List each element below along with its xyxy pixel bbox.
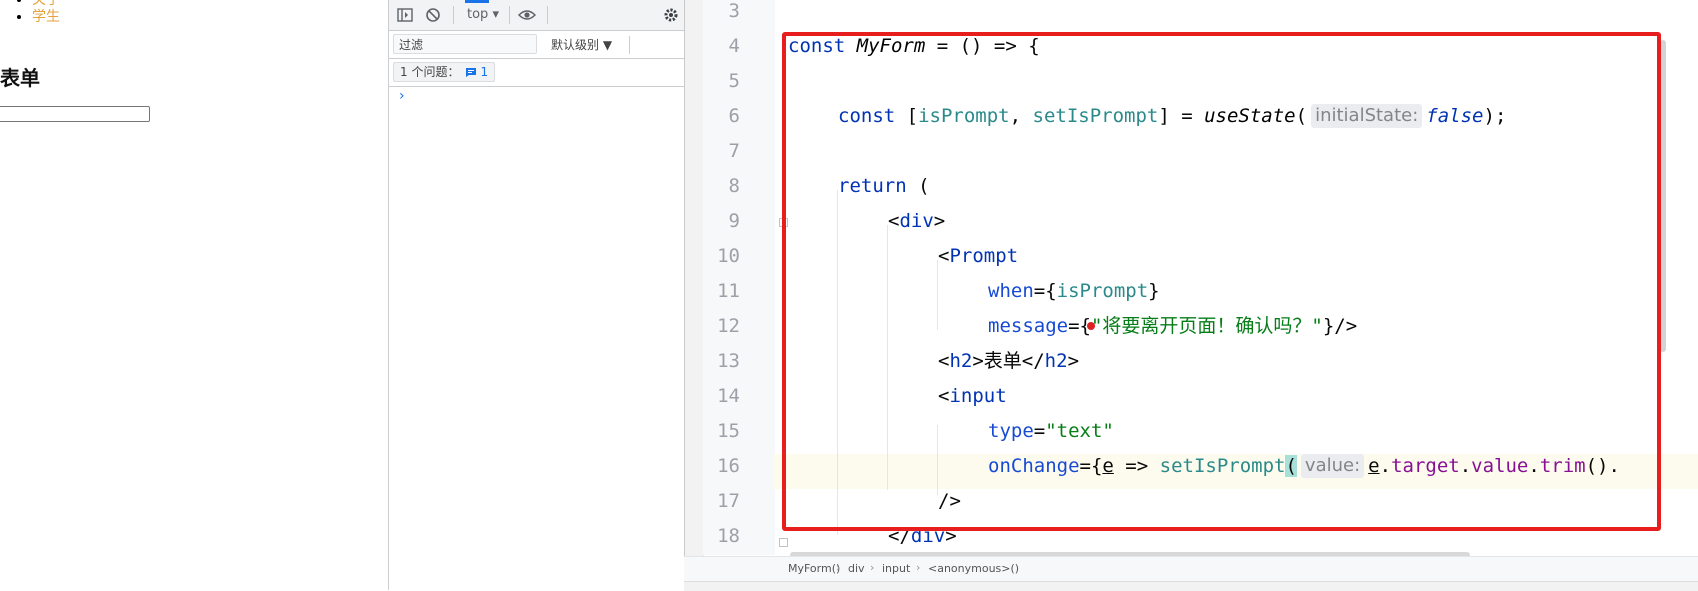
gear-icon[interactable] [661,6,681,24]
line-number: 18 [717,525,740,547]
toolbar-separator [629,36,630,54]
line-number: 17 [717,490,740,512]
nav-item-students[interactable]: 学生 [32,9,60,26]
log-level-selector[interactable]: 默认级别 ▼ [551,36,612,53]
breadcrumb-item[interactable]: div [848,562,865,575]
fold-marker[interactable] [779,538,788,547]
form-title: 表单 [0,66,40,90]
filter-row: 过滤 默认级别 ▼ [389,31,685,59]
line-number: 16 [717,455,740,477]
chevron-right-icon: › [916,561,921,574]
nav-item-about[interactable]: 关于 [32,0,60,9]
message-icon [466,67,477,77]
context-selector[interactable]: top ▾ [467,6,499,24]
line-number: 8 [728,175,740,197]
chevron-right-icon: › [870,561,875,574]
code-breadcrumb: MyForm() › div › input › <anonymous>() [684,556,1698,581]
line-number: 10 [717,245,740,267]
console-toolbar: top ▾ [389,0,685,31]
active-tab-indicator [465,0,489,3]
clear-console-icon[interactable] [423,6,443,24]
breadcrumb-item[interactable]: input [882,562,910,575]
line-number: 5 [728,70,740,92]
sidebar-toggle-icon[interactable] [395,6,415,24]
breadcrumb-item[interactable]: MyForm() [788,562,840,575]
form-text-input[interactable] [0,106,150,122]
line-number: 7 [728,140,740,162]
line-number: 14 [717,385,740,407]
line-number: 4 [728,35,740,57]
line-number: 3 [728,0,740,22]
toolbar-separator [509,6,510,24]
red-annotation-box [782,32,1661,531]
breadcrumb-item[interactable]: <anonymous>() [928,562,1019,575]
issues-badge: 1 [465,62,488,82]
line-number: 12 [717,315,740,337]
console-prompt[interactable]: › [399,88,405,104]
line-number: 15 [717,420,740,442]
toolbar-separator [453,6,454,24]
console-filter-input[interactable]: 过滤 [393,34,537,54]
nav-list: 关于 学生 [0,0,60,26]
line-number: 6 [728,105,740,127]
toolbar-separator [547,6,548,24]
eye-icon[interactable] [517,6,537,24]
line-number: 13 [717,350,740,372]
line-number: 11 [717,280,740,302]
devtools-console: top ▾ 过滤 默认级别 ▼ 1 个问题： 1 › [388,0,685,590]
chevron-right-icon: › [836,561,841,574]
line-number: 9 [728,210,740,232]
rendered-page: 关于 学生 表单 [0,0,388,590]
issues-button[interactable]: 1 个问题： 1 [393,62,496,82]
issues-row: 1 个问题： 1 [389,59,685,87]
